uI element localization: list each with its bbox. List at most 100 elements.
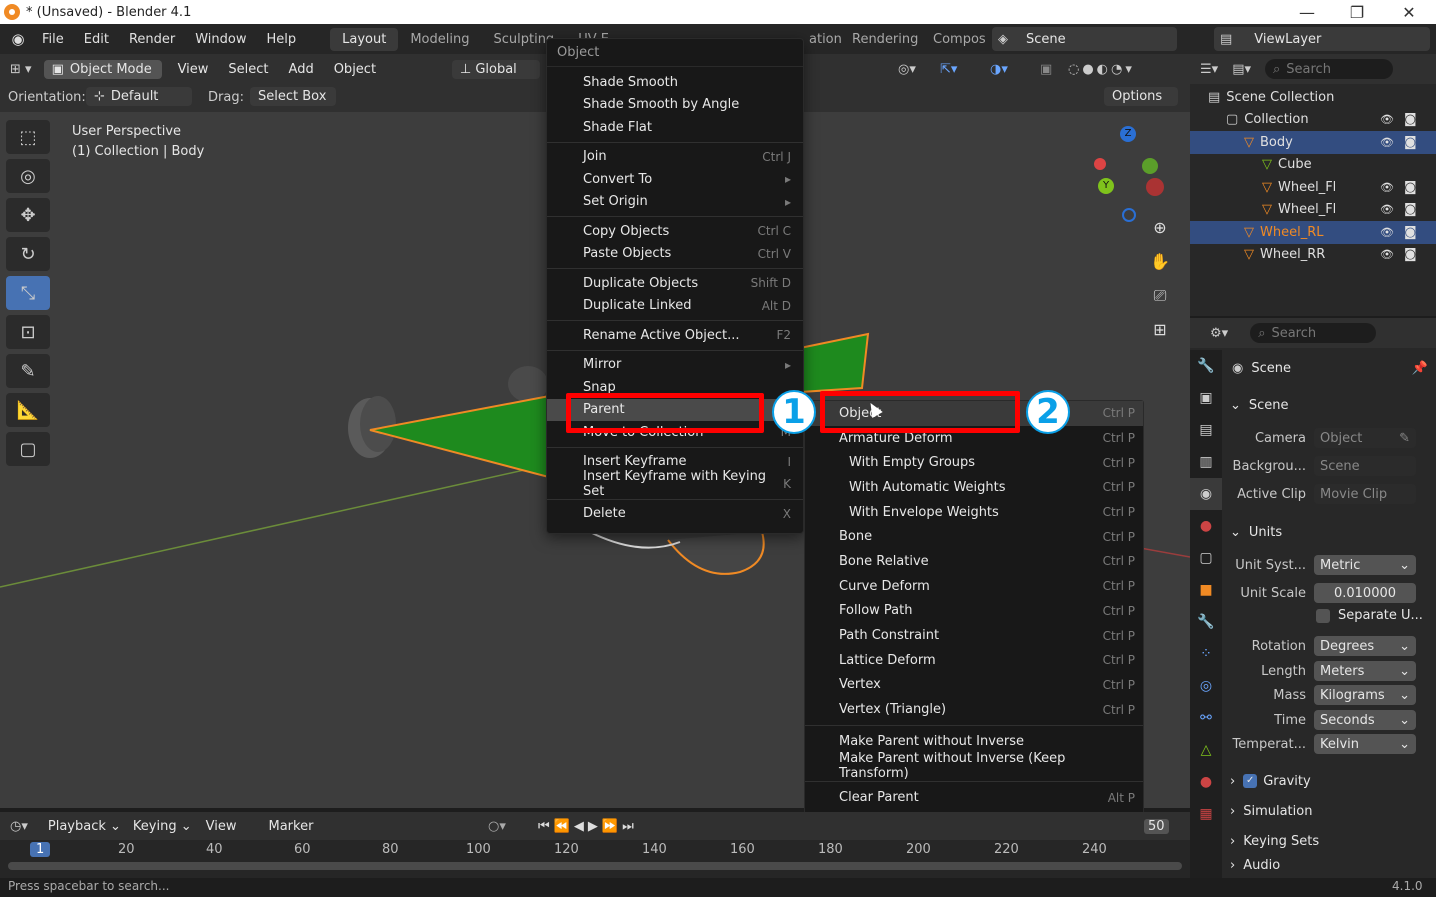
workspace-tab-modeling[interactable]: Modeling <box>398 28 481 51</box>
material-tab-icon[interactable]: ● <box>1190 766 1222 798</box>
scale-tool-icon[interactable]: ⤡ <box>6 276 50 310</box>
outliner-item-collection[interactable]: ▢ Collection 👁 ◙ <box>1190 109 1436 132</box>
gizmo-z-axis-icon[interactable]: Z <box>1120 126 1136 142</box>
timeline-scrollbar[interactable] <box>8 862 1182 870</box>
close-button[interactable]: ✕ <box>1384 0 1434 24</box>
render-camera-icon[interactable]: ◙ <box>1404 225 1417 240</box>
outliner-editor-icon[interactable]: ☰▾ <box>1200 62 1218 77</box>
menu-item-shade-smooth[interactable]: Shade Smooth <box>547 71 803 94</box>
menu-item-join[interactable]: Join Ctrl J <box>547 146 803 169</box>
timeline-view-menu[interactable]: View <box>206 819 237 834</box>
time-dropdown[interactable]: Seconds ⌄ <box>1314 710 1416 730</box>
menu-item-shade-flat[interactable]: Shade Flat <box>547 116 803 139</box>
world-tab-icon[interactable]: ● <box>1190 510 1222 542</box>
shading-modes-icon[interactable]: ◌●◐◔▾ <box>1068 62 1135 77</box>
parent-option-bone-relative[interactable]: Bone Relative Ctrl P <box>805 549 1143 574</box>
menu-edit[interactable]: Edit <box>74 32 119 47</box>
temperature-dropdown[interactable]: Kelvin ⌄ <box>1314 734 1416 754</box>
keying-menu[interactable]: Keying ⌄ <box>133 819 192 834</box>
viewlayer-field[interactable]: ViewLayer <box>1254 32 1321 47</box>
transform-tool-icon[interactable]: ⊡ <box>6 315 50 349</box>
rotation-dropdown[interactable]: Degrees ⌄ <box>1314 636 1416 656</box>
visibility-eye-icon[interactable]: 👁 <box>1380 226 1394 239</box>
visibility-eye-icon[interactable]: 👁 <box>1380 181 1394 194</box>
workspace-tab-compositing[interactable]: Compos <box>921 28 998 51</box>
menu-item-shade-smooth-by-angle[interactable]: Shade Smooth by Angle <box>547 94 803 117</box>
orientation-dropdown[interactable]: ⊹ Default <box>86 87 192 106</box>
visibility-icon[interactable]: ◎▾ <box>898 62 916 77</box>
mode-dropdown[interactable]: ▣ Object Mode <box>43 59 162 79</box>
xray-icon[interactable]: ▣ <box>1040 62 1052 77</box>
menu-item-duplicate-linked[interactable]: Duplicate Linked Alt D <box>547 295 803 318</box>
particles-tab-icon[interactable]: ⁘ <box>1190 638 1222 670</box>
outliner-item-cube[interactable]: ▽ Cube <box>1190 154 1436 177</box>
parent-option-bone[interactable]: Bone Ctrl P <box>805 524 1143 549</box>
outliner-item-wheel-rl[interactable]: ▽ Wheel_RL 👁 ◙ <box>1190 221 1436 244</box>
modifier-tab-icon[interactable]: 🔧 <box>1190 606 1222 638</box>
parent-option-lattice-deform[interactable]: Lattice Deform Ctrl P <box>805 648 1143 673</box>
overlay-icon[interactable]: ◑▾ <box>990 62 1008 77</box>
cursor-tool-icon[interactable]: ◎ <box>6 159 50 193</box>
visibility-eye-icon[interactable]: 👁 <box>1380 136 1394 149</box>
menu-render[interactable]: Render <box>119 32 185 47</box>
autokey-icon[interactable]: ○▾ <box>488 819 506 834</box>
object-menu[interactable]: Object <box>334 62 376 77</box>
menu-help[interactable]: Help <box>257 32 307 47</box>
display-mode-icon[interactable]: ▤▾ <box>1232 62 1251 77</box>
gravity-panel-header[interactable]: › ✓ Gravity <box>1230 768 1426 794</box>
editor-type-icon[interactable]: ⊞ ▾ <box>10 62 32 77</box>
physics-tab-icon[interactable]: ◎ <box>1190 670 1222 702</box>
drag-dropdown[interactable]: Select Box <box>250 87 336 106</box>
separate-units-checkbox[interactable] <box>1316 608 1330 623</box>
pin-icon[interactable]: 📌 <box>1412 361 1428 376</box>
rotate-tool-icon[interactable]: ↻ <box>6 237 50 271</box>
view-layer-tab-icon[interactable]: ▥ <box>1190 446 1222 478</box>
scene-tab-icon[interactable]: ◉ <box>1190 478 1222 510</box>
object-tab-icon[interactable]: ■ <box>1190 574 1222 606</box>
visibility-eye-icon[interactable]: 👁 <box>1380 203 1394 216</box>
add-cube-tool-icon[interactable]: ▢ <box>6 432 50 466</box>
outliner-search-input[interactable]: Search <box>1286 62 1331 77</box>
playback-menu[interactable]: Playback ⌄ <box>48 819 121 834</box>
menu-item-mirror[interactable]: Mirror ▸ <box>547 354 803 377</box>
gizmo-icon[interactable]: ⇱▾ <box>940 62 957 77</box>
transform-orientation-dropdown[interactable]: ⊥ Global <box>452 59 540 79</box>
render-tab-icon[interactable]: ▣ <box>1190 382 1222 414</box>
maximize-button[interactable]: ❐ <box>1332 0 1382 24</box>
parent-option-make-parent-without-inverse[interactable]: Make Parent without Inverse <box>805 729 1143 754</box>
properties-search-input[interactable]: Search <box>1271 326 1316 341</box>
parent-option-vertex-triangle[interactable]: Vertex (Triangle) Ctrl P <box>805 697 1143 722</box>
visibility-eye-icon[interactable]: 👁 <box>1380 113 1394 126</box>
parent-option-curve-deform[interactable]: Curve Deform Ctrl P <box>805 574 1143 599</box>
menu-item-set-origin[interactable]: Set Origin ▸ <box>547 191 803 214</box>
output-tab-icon[interactable]: ▤ <box>1190 414 1222 446</box>
blender-menu-icon[interactable]: ◉ <box>8 29 28 49</box>
workspace-tab-layout[interactable]: Layout <box>330 27 399 51</box>
texture-tab-icon[interactable]: ▦ <box>1190 798 1222 830</box>
render-camera-icon[interactable]: ◙ <box>1404 135 1417 150</box>
perspective-toggle-icon[interactable]: ⊞ <box>1146 320 1174 348</box>
parent-option-clear-parent[interactable]: Clear Parent Alt P <box>805 785 1143 810</box>
keying-sets-panel-header[interactable]: › Keying Sets <box>1230 828 1426 854</box>
properties-editor-icon[interactable]: ⚙▾ <box>1210 326 1228 341</box>
eyedropper-icon[interactable]: ✎ <box>1399 431 1410 446</box>
render-camera-icon[interactable]: ◙ <box>1404 247 1417 262</box>
tool-tab-icon[interactable]: 🔧 <box>1190 350 1222 382</box>
constraints-tab-icon[interactable]: ⚯ <box>1190 702 1222 734</box>
background-field[interactable]: Scene <box>1314 456 1416 476</box>
outliner-item-scene-collection[interactable]: ▤ Scene Collection <box>1190 86 1436 109</box>
menu-item-duplicate-objects[interactable]: Duplicate Objects Shift D <box>547 272 803 295</box>
menu-item-convert-to[interactable]: Convert To ▸ <box>547 168 803 191</box>
options-dropdown[interactable]: Options <box>1104 87 1178 106</box>
render-camera-icon[interactable]: ◙ <box>1404 180 1417 195</box>
add-menu[interactable]: Add <box>289 62 314 77</box>
minimize-button[interactable]: — <box>1282 0 1332 24</box>
parent-option-with-envelope-weights[interactable]: With Envelope Weights Ctrl P <box>805 500 1143 525</box>
parent-option-vertex[interactable]: Vertex Ctrl P <box>805 673 1143 698</box>
timeline-editor-icon[interactable]: ◷▾ <box>10 819 28 834</box>
parent-option-follow-path[interactable]: Follow Path Ctrl P <box>805 599 1143 624</box>
menu-item-paste-objects[interactable]: Paste Objects Ctrl V <box>547 243 803 266</box>
unit-system-dropdown[interactable]: Metric ⌄ <box>1314 555 1416 575</box>
gizmo-neg-x-icon[interactable] <box>1146 178 1164 196</box>
view-menu[interactable]: View <box>178 62 209 77</box>
